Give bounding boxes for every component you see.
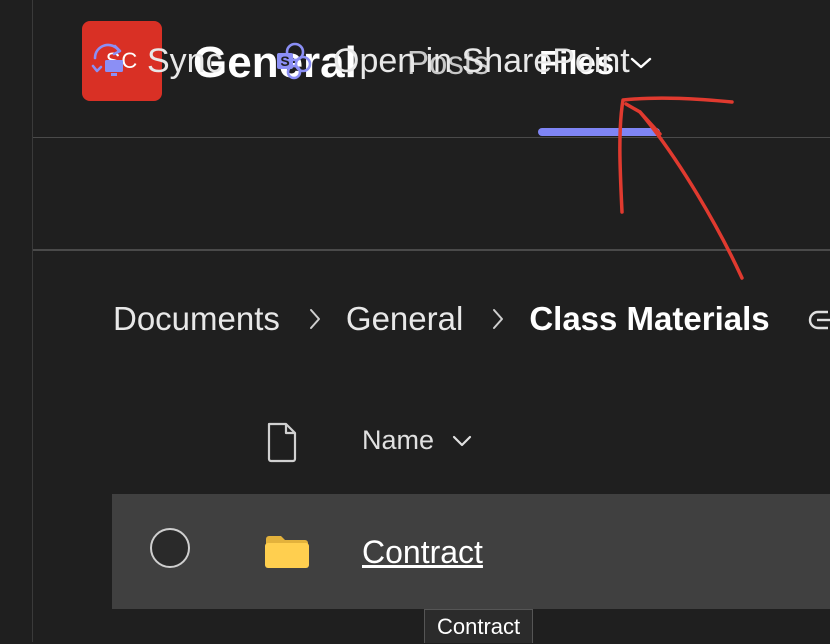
breadcrumb: Documents General Class Materials [113,300,770,338]
sharepoint-icon: S [277,42,312,80]
sync-label: Sync [147,41,223,80]
breadcrumb-general[interactable]: General [346,300,463,338]
svg-text:S: S [280,53,289,69]
active-tab-indicator [538,128,660,136]
chevron-down-icon [452,435,472,446]
files-toolbar [33,137,830,251]
breadcrumb-documents[interactable]: Documents [113,300,280,338]
chevron-down-icon[interactable] [630,56,652,70]
tooltip: Contract [424,609,534,643]
left-rail [0,0,33,642]
file-type-icon[interactable] [265,421,299,463]
open-in-sharepoint-label: Open in SharePoint [333,41,630,80]
sync-button[interactable]: Sync [87,40,223,82]
sync-icon [91,43,123,76]
folder-icon [265,536,309,568]
breadcrumb-class-materials: Class Materials [529,300,770,337]
chevron-right-icon [491,307,505,331]
chevron-right-icon [308,307,322,331]
open-in-sharepoint-button[interactable]: S Open in SharePoint [273,40,630,82]
name-column-header[interactable]: Name [362,425,472,456]
share-link-icon[interactable] [808,306,830,334]
folder-name-link[interactable]: Contract [362,534,483,571]
row-select-radio[interactable] [150,528,190,568]
name-column-label: Name [362,425,435,455]
